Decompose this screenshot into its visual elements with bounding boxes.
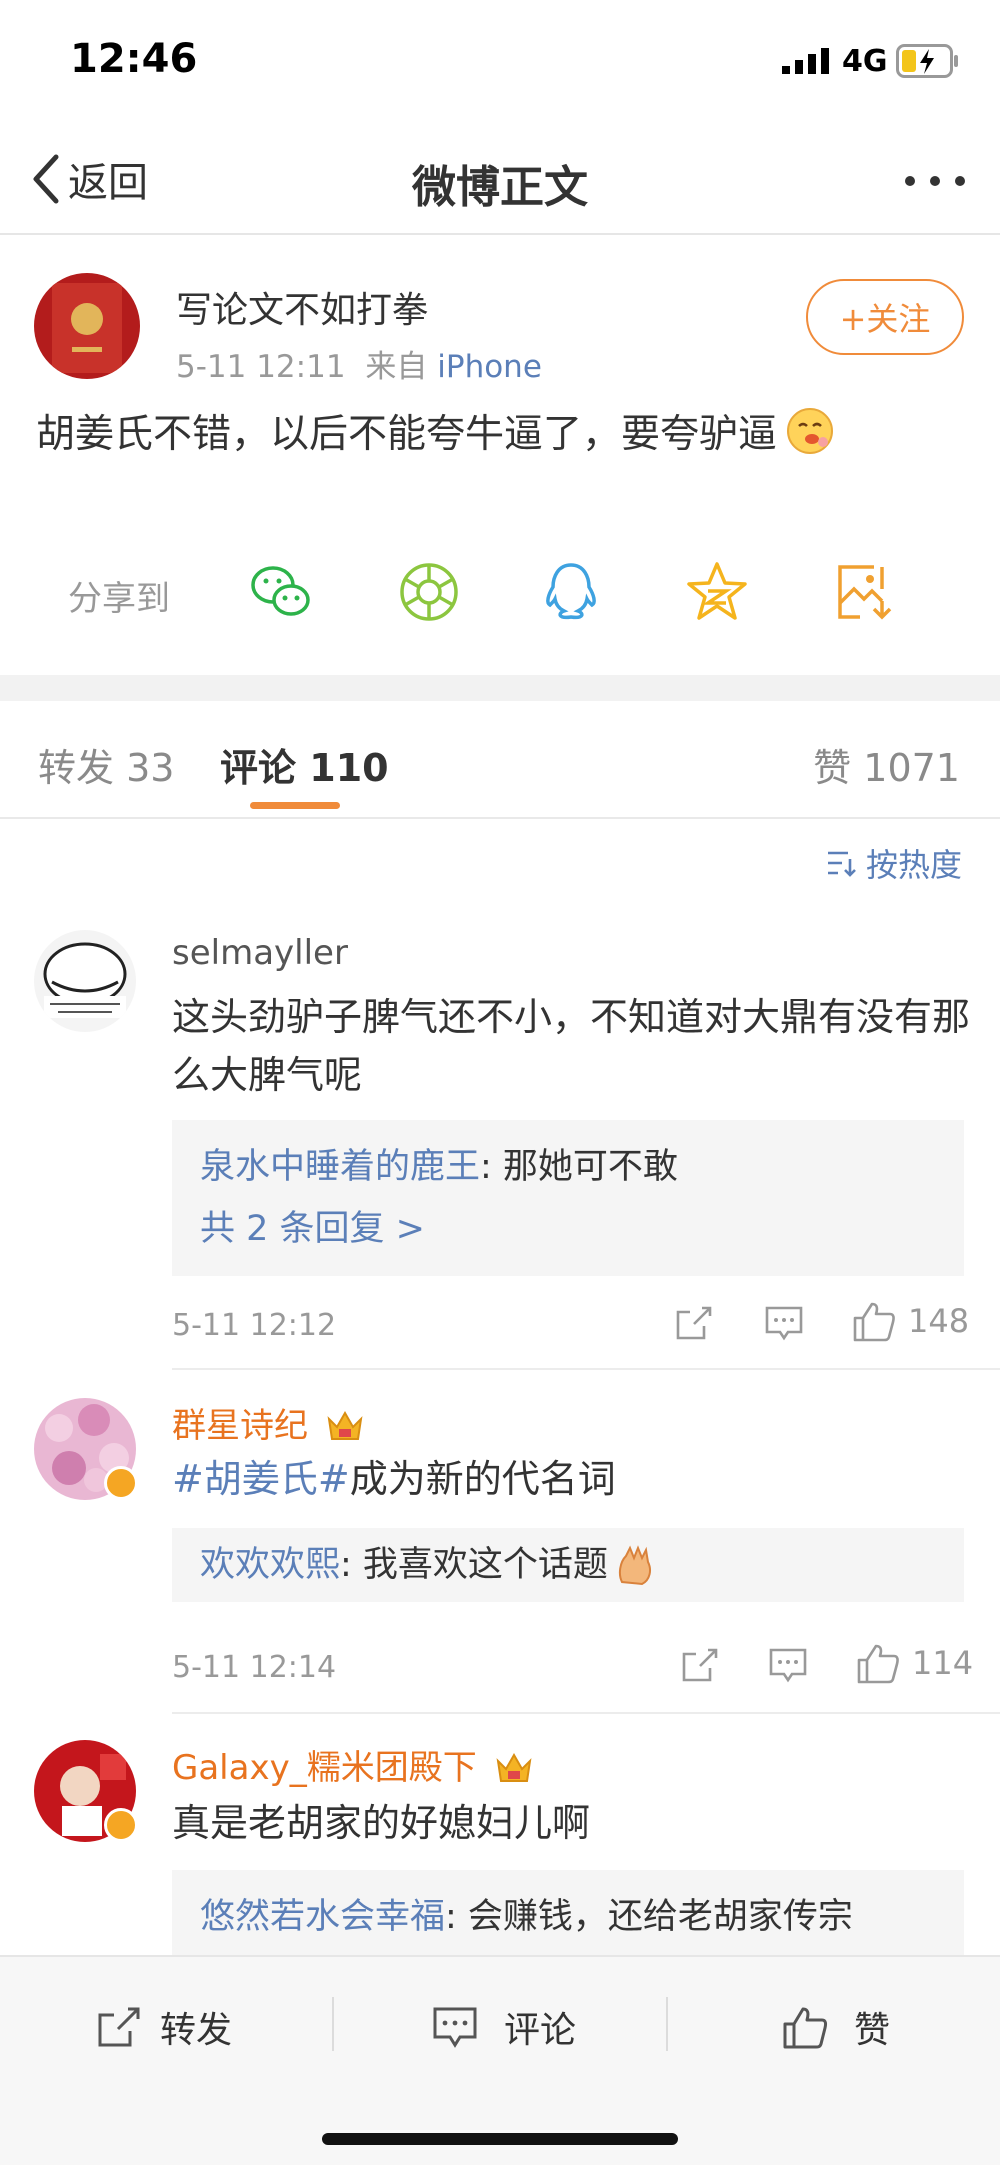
more-options-icon[interactable] — [900, 155, 970, 205]
tab-repost-label: 转发 — [38, 746, 115, 790]
reply-text: : 我喜欢这个话题 — [340, 1545, 608, 1585]
comment-icon — [433, 2007, 477, 2048]
follow-button[interactable]: +关注 — [806, 279, 964, 355]
repost-icon[interactable] — [674, 1304, 714, 1342]
tab-like-label: 赞 — [813, 746, 852, 790]
comment-text: 真是老胡家的好媳妇儿啊 — [172, 1801, 591, 1845]
network-type: 4G — [842, 44, 888, 79]
repost-label: 转发 — [160, 2010, 233, 2051]
nav-bar: 返回 微博正文 — [0, 125, 1000, 235]
comment-text: 这头劲驴子脾气还不小，不知道对大鼎有没有那么大脾气呢 — [172, 995, 971, 1097]
comment-divider — [172, 1712, 1000, 1714]
status-bar: 12:46 4G — [0, 0, 1000, 125]
tab-like[interactable]: 赞 1071 — [813, 737, 960, 792]
comment-like-button[interactable]: 114 — [856, 1642, 973, 1684]
vip-crown-icon — [496, 1752, 531, 1782]
comment-time: 5-11 12:12 — [172, 1308, 337, 1343]
sort-icon — [827, 851, 856, 877]
commenter-name-row: 群星诗纪 — [172, 1398, 365, 1447]
verified-badge — [104, 1808, 138, 1842]
verified-badge — [104, 1466, 138, 1500]
share-row: 分享到 — [0, 535, 1000, 645]
post-meta: 5-11 12:11 来自 iPhone — [176, 341, 542, 386]
comment-like-count: 114 — [912, 1644, 974, 1682]
reply-box[interactable]: 悠然若水会幸福: 会赚钱，还给老胡家传宗 — [172, 1870, 964, 1955]
feedback-tabs: 转发 33 评论 110 赞 1071 — [0, 701, 1000, 819]
section-divider — [0, 675, 1000, 701]
comment-item: selmayller 这头劲驴子脾气还不小，不知道对大鼎有没有那么大脾气呢 泉水… — [0, 930, 1000, 1370]
comment-label: 评论 — [504, 2010, 577, 2051]
thumbs-up-icon — [783, 2007, 828, 2049]
reply-text: : 会赚钱，还给老胡家传宗 — [445, 1897, 853, 1937]
page-title: 微博正文 — [412, 162, 588, 213]
comment-divider — [172, 1368, 1000, 1370]
comment-item: Galaxy_糯米团殿下 真是老胡家的好媳妇儿啊 悠然若水会幸福: 会赚钱，还给… — [0, 1740, 1000, 1955]
tab-repost-count: 33 — [126, 746, 175, 790]
battery-icon — [896, 44, 958, 78]
topic-hashtag[interactable]: #胡姜氏# — [172, 1457, 350, 1501]
active-tab-indicator — [250, 802, 340, 809]
status-time: 12:46 — [70, 36, 198, 82]
author-avatar[interactable] — [34, 273, 140, 379]
tab-comment-count: 110 — [309, 746, 389, 790]
post-body: 胡姜氏不错，以后不能夸牛逼了，要夸驴逼 — [36, 403, 835, 459]
repost-icon[interactable] — [680, 1646, 720, 1684]
reply-icon[interactable] — [768, 1646, 808, 1684]
commenter-name[interactable]: selmayller — [172, 933, 348, 973]
home-indicator — [322, 2133, 678, 2145]
qzone-icon[interactable] — [684, 559, 750, 625]
commenter-name[interactable]: 群星诗纪 — [172, 1406, 308, 1446]
thumbs-up-icon — [853, 1302, 895, 1342]
bottom-action-bar: 转发 评论 赞 — [0, 1955, 1000, 2165]
reply-box[interactable]: 泉水中睡着的鹿王: 那她可不敢 共 2 条回复 > — [172, 1120, 964, 1276]
bottom-separator — [332, 1997, 334, 2051]
wechat-icon[interactable] — [248, 559, 314, 625]
moments-icon[interactable] — [396, 559, 462, 625]
view-replies-link[interactable]: 共 2 条回复 > — [200, 1198, 936, 1260]
reply-icon[interactable] — [764, 1304, 804, 1342]
clap-emoji-icon — [618, 1545, 651, 1586]
tab-comment-label: 评论 — [220, 746, 297, 790]
post-from-label: 来自 — [365, 349, 428, 385]
qq-icon[interactable] — [538, 559, 604, 625]
post-date: 5-11 12:11 — [176, 349, 346, 385]
commenter-avatar[interactable] — [34, 930, 136, 1032]
sort-by-hot-button[interactable]: 按热度 — [826, 840, 962, 886]
comment-like-count: 148 — [908, 1302, 970, 1340]
comment-button[interactable]: 评论 — [432, 2001, 576, 2053]
author-name[interactable]: 写论文不如打拳 — [176, 281, 428, 333]
comment-text-body: 成为新的代名词 — [349, 1457, 616, 1501]
post-source[interactable]: iPhone — [437, 349, 542, 385]
reply-author[interactable]: 泉水中睡着的鹿王 — [200, 1147, 480, 1187]
weibo-post: 写论文不如打拳 5-11 12:11 来自 iPhone +关注 胡姜氏不错，以… — [0, 235, 1000, 675]
reply-author[interactable]: 悠然若水会幸福 — [200, 1897, 445, 1937]
reply-box[interactable]: 欢欢欢熙 : 我喜欢这个话题 — [172, 1528, 964, 1602]
comment-item: 群星诗纪 #胡姜氏#成为新的代名词 欢欢欢熙 : 我喜欢这个话题 5-11 12… — [0, 1398, 1000, 1714]
reply-text: : 那她可不敢 — [480, 1147, 678, 1187]
tab-like-count: 1071 — [863, 746, 960, 790]
repost-icon — [98, 2007, 140, 2047]
post-text: 胡姜氏不错，以后不能夸牛逼了，要夸驴逼 — [36, 412, 778, 457]
commenter-name-row: Galaxy_糯米团殿下 — [172, 1740, 534, 1789]
sort-label: 按热度 — [865, 846, 962, 884]
comment-time: 5-11 12:14 — [172, 1650, 337, 1685]
like-label: 赞 — [854, 2010, 891, 2051]
comment-text: #胡姜氏#成为新的代名词 — [172, 1450, 972, 1508]
comment-like-button[interactable]: 148 — [852, 1300, 969, 1342]
emoji-icon — [787, 408, 834, 454]
bottom-separator — [666, 1997, 668, 2051]
commenter-name[interactable]: Galaxy_糯米团殿下 — [172, 1748, 477, 1788]
thumbs-up-icon — [857, 1644, 899, 1684]
like-button[interactable]: 赞 — [782, 2001, 890, 2053]
save-image-icon[interactable] — [830, 559, 896, 625]
tab-repost[interactable]: 转发 33 — [38, 737, 174, 792]
share-label: 分享到 — [68, 579, 170, 619]
repost-button[interactable]: 转发 — [96, 2001, 232, 2053]
signal-icon — [782, 48, 829, 74]
vip-crown-icon — [327, 1410, 363, 1440]
reply-author[interactable]: 欢欢欢熙 — [200, 1534, 340, 1596]
